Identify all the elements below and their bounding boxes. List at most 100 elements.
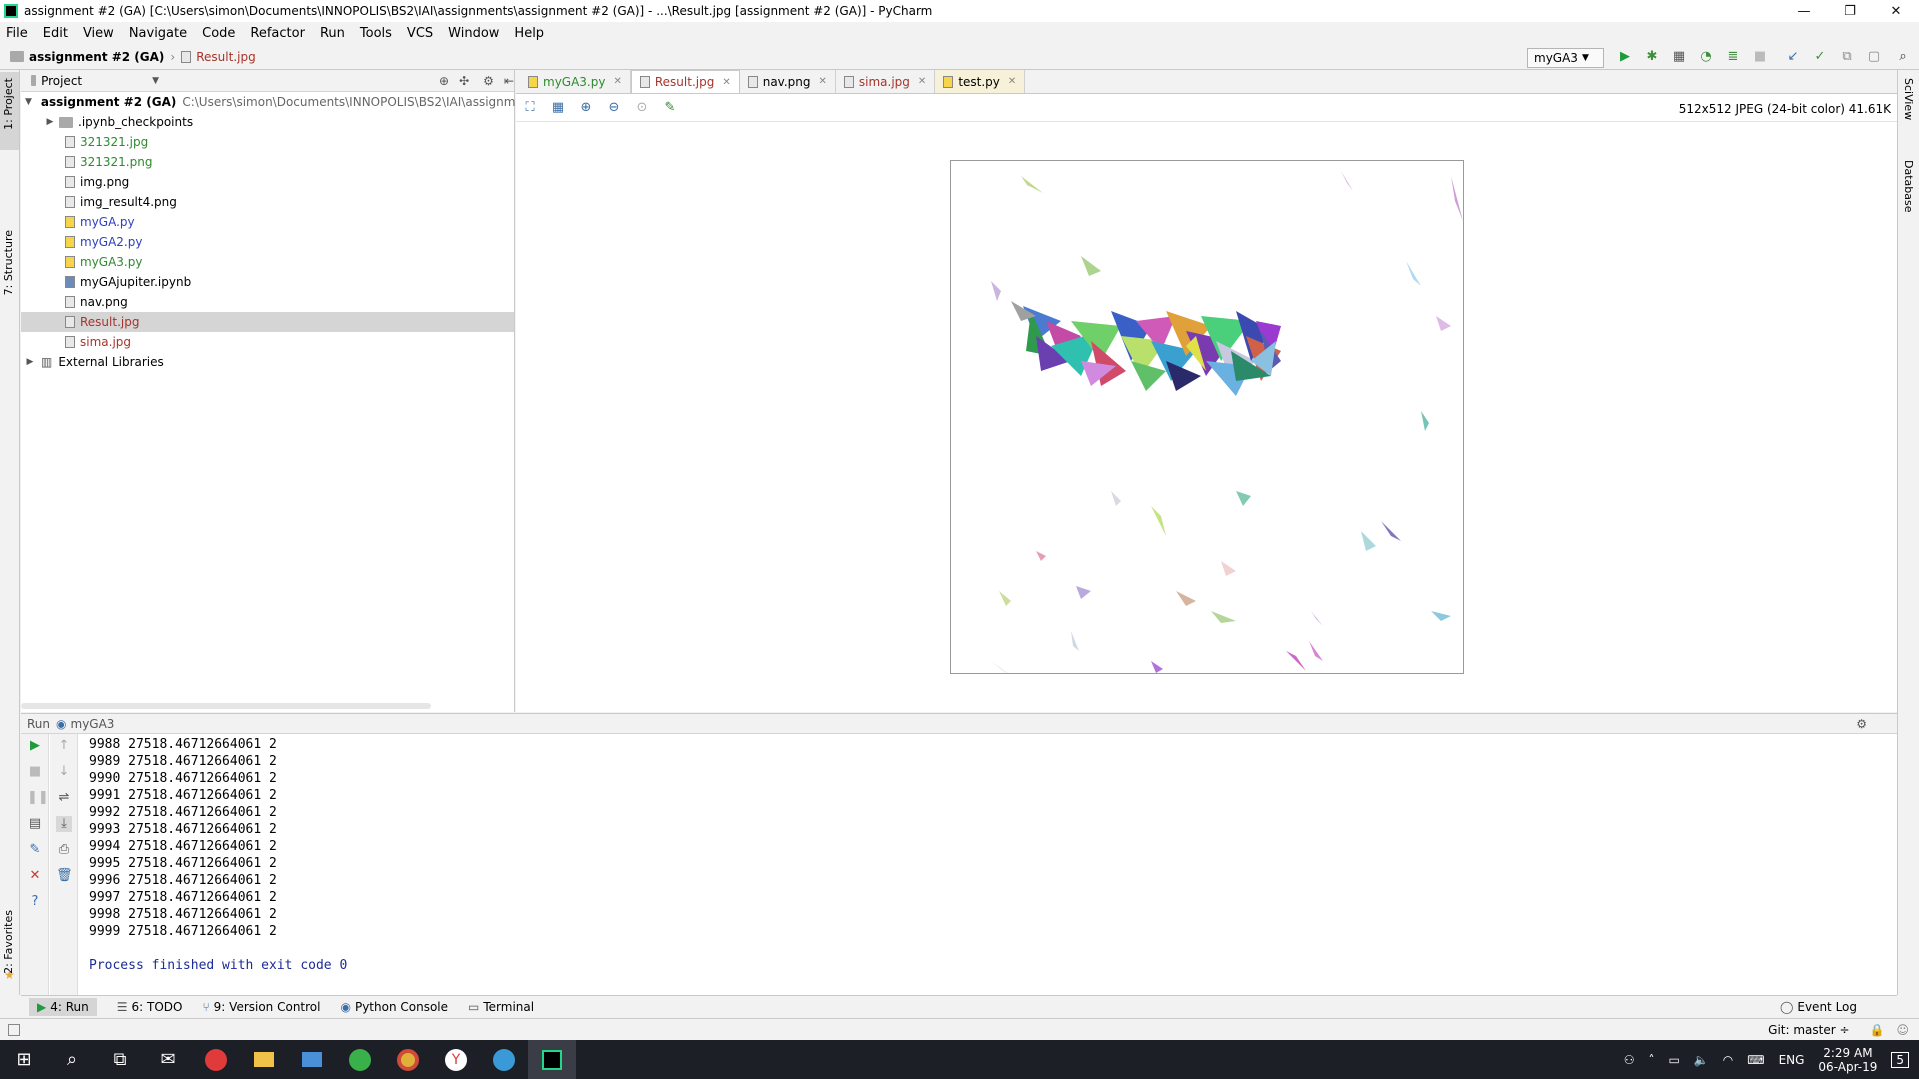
- tree-root[interactable]: ▼ assignment #2 (GA) C:\Users\simon\Docu…: [21, 92, 553, 112]
- tree-item-img-result4-png[interactable]: img_result4.png: [21, 192, 514, 212]
- fit-screen-icon[interactable]: ⛶: [522, 100, 538, 116]
- battery-icon[interactable]: ▭: [1668, 1053, 1679, 1067]
- concurrency-icon[interactable]: ≣: [1726, 50, 1740, 64]
- vcs-update-icon[interactable]: ↙: [1786, 50, 1800, 64]
- menu-run[interactable]: Run: [320, 26, 345, 41]
- arrow-down-icon[interactable]: ↓: [56, 764, 72, 780]
- pin-icon[interactable]: ✎: [27, 842, 43, 858]
- menu-view[interactable]: View: [83, 26, 114, 41]
- volume-icon[interactable]: 🔈: [1694, 1053, 1709, 1067]
- actual-size-icon[interactable]: ⊙: [634, 100, 650, 116]
- windows-start-icon[interactable]: ⊞: [0, 1040, 48, 1079]
- mail-icon[interactable]: ✉: [144, 1040, 192, 1079]
- grid-icon[interactable]: ▦: [550, 100, 566, 116]
- hide-panel-icon[interactable]: ⇤: [504, 74, 514, 88]
- breadcrumb-project[interactable]: assignment #2 (GA): [29, 50, 164, 64]
- tree-item-myga3-py[interactable]: myGA3.py: [21, 252, 514, 272]
- run-icon[interactable]: ▶: [1618, 50, 1632, 64]
- debug-icon[interactable]: ✱: [1645, 50, 1659, 64]
- profile-icon[interactable]: ◔: [1699, 50, 1713, 64]
- power-app-icon[interactable]: [192, 1040, 240, 1079]
- zoom-in-icon[interactable]: ⊕: [578, 100, 594, 116]
- tree-item-myga-py[interactable]: myGA.py: [21, 212, 514, 232]
- file-explorer-icon[interactable]: [240, 1040, 288, 1079]
- xbox-icon[interactable]: [336, 1040, 384, 1079]
- chevron-down-icon[interactable]: ▼: [152, 76, 159, 86]
- restore-button[interactable]: ❐: [1827, 4, 1873, 19]
- menu-refactor[interactable]: Refactor: [250, 26, 305, 41]
- tree-item-321321-png[interactable]: 321321.png: [21, 152, 514, 172]
- people-icon[interactable]: ⚇: [1624, 1053, 1635, 1067]
- tool-tab-sciview[interactable]: SciView: [1902, 78, 1915, 120]
- run-config-selector[interactable]: myGA3 ▼: [1527, 48, 1604, 68]
- close-button[interactable]: ✕: [1873, 4, 1919, 19]
- search-icon[interactable]: ⌕: [48, 1040, 96, 1079]
- tree-item-sima-jpg[interactable]: sima.jpg: [21, 332, 514, 352]
- menu-vcs[interactable]: VCS: [407, 26, 433, 41]
- app-icon[interactable]: [288, 1040, 336, 1079]
- tree-item-myga2-py[interactable]: myGA2.py: [21, 232, 514, 252]
- close-icon[interactable]: ✕: [918, 76, 926, 87]
- breadcrumb-file[interactable]: Result.jpg: [196, 50, 255, 64]
- close-icon[interactable]: ✕: [27, 868, 43, 884]
- menu-edit[interactable]: Edit: [43, 26, 68, 41]
- tool-tab-structure[interactable]: 7: Structure: [2, 230, 15, 295]
- run-config-label[interactable]: myGA3: [71, 717, 115, 731]
- telegram-icon[interactable]: [480, 1040, 528, 1079]
- collapse-all-icon[interactable]: ✣: [459, 74, 469, 88]
- soft-wrap-icon[interactable]: ⇌: [56, 790, 72, 806]
- chevron-right-icon[interactable]: ▶: [45, 117, 55, 127]
- clock[interactable]: 2:29 AM 06-Apr-19: [1818, 1046, 1877, 1074]
- close-icon[interactable]: ✕: [722, 77, 730, 88]
- language-indicator[interactable]: ENG: [1779, 1053, 1805, 1067]
- tool-tab-favorites[interactable]: 2: Favorites: [2, 910, 15, 974]
- help-icon[interactable]: ?: [27, 894, 43, 910]
- search-icon[interactable]: ⌕: [1896, 50, 1910, 64]
- close-icon[interactable]: ✕: [819, 76, 827, 87]
- tree-item-img-png[interactable]: img.png: [21, 172, 514, 192]
- locate-icon[interactable]: ⊕: [439, 74, 449, 88]
- tree-item-nav-png[interactable]: nav.png: [21, 292, 514, 312]
- minimize-button[interactable]: —: [1781, 4, 1827, 19]
- arrow-up-icon[interactable]: ↑: [56, 738, 72, 754]
- tree-item-mygajupiter-ipynb[interactable]: myGAjupiter.ipynb: [21, 272, 514, 292]
- tree-item-result-jpg[interactable]: Result.jpg: [21, 312, 514, 332]
- vcs-compare-icon[interactable]: ⧉: [1840, 50, 1854, 64]
- trash-icon[interactable]: 🗑: [56, 868, 73, 884]
- tab-nav-png[interactable]: nav.png ✕: [740, 70, 836, 93]
- scroll-to-end-icon[interactable]: ⤓: [56, 816, 72, 832]
- menu-window[interactable]: Window: [448, 26, 499, 41]
- tool-tab-event-log[interactable]: ◯ Event Log: [1780, 1000, 1857, 1014]
- notifications-badge[interactable]: 5: [1891, 1051, 1909, 1068]
- pause-icon[interactable]: ❚❚: [27, 790, 49, 806]
- print-icon[interactable]: ⎙: [56, 842, 72, 858]
- color-picker-icon[interactable]: ✎: [662, 100, 678, 116]
- tool-tab-database[interactable]: Database: [1902, 160, 1915, 213]
- zoom-out-icon[interactable]: ⊖: [606, 100, 622, 116]
- chevron-up-icon[interactable]: ˄: [1648, 1053, 1654, 1067]
- tab-myga3-py[interactable]: myGA3.py ✕: [520, 70, 631, 93]
- chevron-right-icon[interactable]: ▶: [25, 357, 35, 367]
- coverage-icon[interactable]: ▦: [1672, 50, 1686, 64]
- vcs-history-icon[interactable]: ▢: [1867, 50, 1881, 64]
- tool-tab-todo[interactable]: ☰ 6: TODO: [117, 1000, 183, 1014]
- tool-tab-version-control[interactable]: ⑂ 9: Version Control: [202, 1000, 320, 1014]
- tool-tab-python-console[interactable]: ◉ Python Console: [340, 1000, 448, 1014]
- rerun-icon[interactable]: ▶: [27, 738, 43, 754]
- lock-icon[interactable]: 🔒: [1870, 1023, 1885, 1037]
- gear-icon[interactable]: ⚙: [1856, 717, 1867, 731]
- tab-test-py[interactable]: test.py ✕: [935, 70, 1026, 93]
- layout-icon[interactable]: ▤: [27, 816, 43, 832]
- keyboard-icon[interactable]: ⌨: [1747, 1053, 1764, 1067]
- tab-result-jpg[interactable]: Result.jpg ✕: [630, 70, 740, 93]
- stop-icon[interactable]: ■: [1753, 50, 1767, 64]
- tool-tab-terminal[interactable]: ▭ Terminal: [468, 1000, 534, 1014]
- vcs-commit-icon[interactable]: ✓: [1813, 50, 1827, 64]
- menu-file[interactable]: File: [6, 26, 28, 41]
- tree-item-external-libraries[interactable]: ▶ ▥ External Libraries: [21, 352, 514, 372]
- task-view-icon[interactable]: ⧉: [96, 1040, 144, 1079]
- horizontal-scrollbar[interactable]: [21, 703, 431, 709]
- tool-tab-project[interactable]: 1: Project: [2, 78, 15, 130]
- menu-tools[interactable]: Tools: [360, 26, 392, 41]
- tool-tab-run[interactable]: ▶ 4: Run: [29, 997, 97, 1016]
